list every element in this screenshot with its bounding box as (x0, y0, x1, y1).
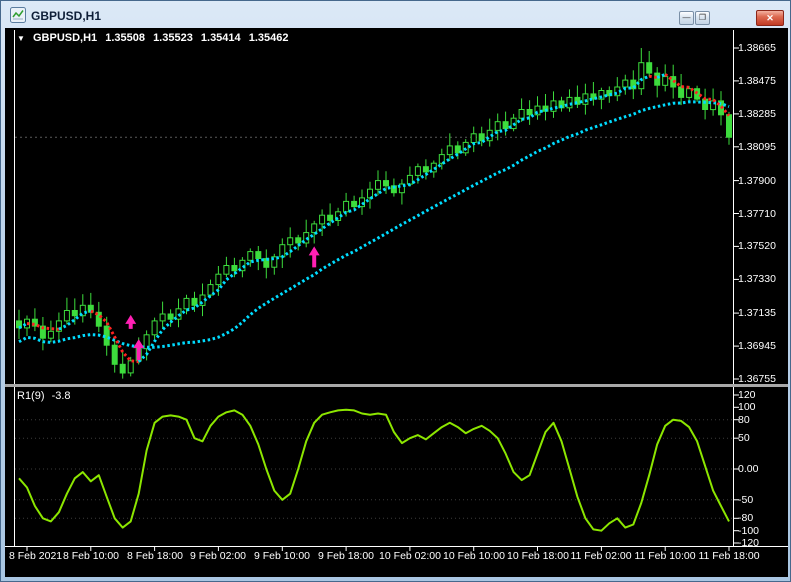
oscillator-line (18, 408, 730, 532)
mt4-chart-window: GBPUSD,H1 — ❐ ✕ ▼ GBPUSD,H1 1.35508 1.35… (0, 0, 791, 582)
symbol-dropdown-icon[interactable]: ▼ (17, 34, 25, 43)
quote-open: 1.35508 (105, 32, 145, 44)
trend-dots (18, 73, 731, 364)
chart-canvas[interactable] (1, 1, 791, 582)
grid-levels (15, 136, 733, 519)
quote-high: 1.35523 (153, 32, 193, 44)
chart-frame (5, 30, 788, 551)
panel-splitter[interactable] (5, 384, 788, 387)
indicator-label: R1(9) -3.8 (17, 390, 75, 402)
quote-line: ▼ GBPUSD,H1 1.35508 1.35523 1.35414 1.35… (17, 32, 293, 44)
indicator-name: R1(9) (17, 390, 45, 402)
quote-close: 1.35462 (248, 32, 289, 44)
candles (16, 48, 732, 379)
quote-symbol: GBPUSD,H1 (32, 32, 98, 44)
indicator-value: -3.8 (51, 390, 71, 402)
signal-arrows (125, 246, 320, 361)
quote-low: 1.35414 (200, 32, 241, 44)
